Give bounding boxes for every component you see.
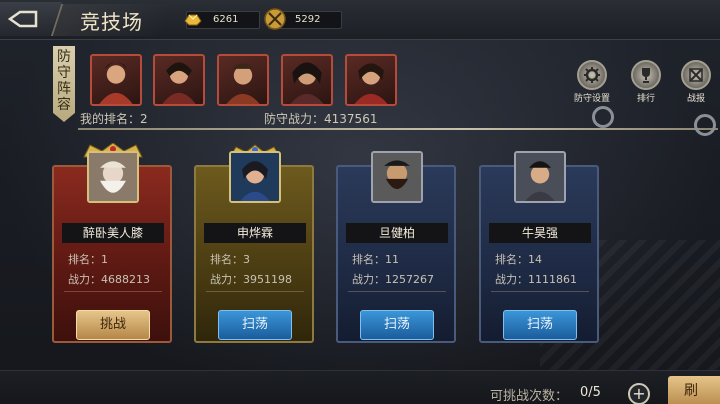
opponent-card[interactable]: 旦健柏 排名：11 战力：1257267 扫荡 (336, 151, 456, 343)
opponent-name: 旦健柏 (346, 223, 448, 243)
opponent-card[interactable]: 申烨霖 排名：3 战力：3951198 扫荡 (194, 144, 314, 343)
sweep-button[interactable]: 扫荡 (360, 310, 434, 340)
trophy-icon (642, 68, 650, 83)
lineup-hero-avatar[interactable] (153, 54, 205, 106)
rank-label: 排名： (210, 253, 243, 266)
defense-power: 防守战力：4137561 (264, 110, 377, 127)
rank-value: 1 (101, 253, 108, 266)
opponent-card[interactable]: 醉卧美人膝 排名：1 战力：4688213 挑战 (52, 143, 172, 343)
crossed-swords-icon (689, 68, 703, 82)
card-separator (348, 291, 446, 292)
rank-value: 14 (528, 253, 542, 266)
tag-char: 容 (57, 97, 71, 113)
token-counter: 5292 (264, 8, 342, 30)
opponent-portrait (229, 151, 281, 203)
page-title: 竞技场 (80, 10, 143, 34)
attempts-value: 0/5 (580, 385, 601, 400)
refresh-button[interactable]: 刷 (668, 376, 720, 404)
power-value: 4688213 (101, 273, 150, 286)
power-label: 战力： (352, 273, 385, 286)
lineup-hero-avatar[interactable] (217, 54, 269, 106)
rank-value: 11 (385, 253, 399, 266)
token-value: 5292 (295, 14, 321, 25)
my-rank-label: 我的排名： (80, 112, 141, 126)
rank-label: 排名： (352, 253, 385, 266)
ring-decoration (694, 114, 716, 136)
gold-ingot-icon (184, 14, 202, 26)
battle-report-button[interactable]: 战报 (676, 60, 716, 104)
opponent-portrait (87, 151, 139, 203)
opponent-rank: 排名：1 (68, 251, 108, 267)
defense-settings-label: 防守设置 (573, 94, 610, 104)
card-separator (64, 291, 162, 292)
opponent-name: 醉卧美人膝 (62, 223, 164, 243)
lineup-hero-avatar[interactable] (281, 54, 333, 106)
rank-label: 排名： (495, 253, 528, 266)
ranking-button[interactable]: 排行 (626, 60, 666, 104)
opponent-rank: 排名：3 (210, 251, 250, 267)
lineup-hero-avatar[interactable] (90, 54, 142, 106)
power-value: 1111861 (528, 273, 577, 286)
battle-report-label: 战报 (686, 94, 705, 104)
opponent-power: 战力：3951198 (210, 271, 292, 287)
lineup-hero-avatar[interactable] (345, 54, 397, 106)
my-rank: 我的排名：2 (80, 110, 148, 127)
bottom-bar (0, 370, 720, 404)
opponent-power: 战力：1257267 (352, 271, 434, 287)
power-value: 1257267 (385, 273, 434, 286)
power-label: 战力： (495, 273, 528, 286)
tag-char: 守 (57, 65, 71, 81)
opponent-rank: 排名：14 (495, 251, 542, 267)
defense-lineup-tag: 防 守 阵 容 (53, 46, 75, 122)
opponent-power: 战力：1111861 (495, 271, 577, 287)
rank-label: 排名： (68, 253, 101, 266)
plus-icon: + (632, 384, 646, 403)
opponent-rank: 排名：11 (352, 251, 399, 267)
ring-decoration (592, 106, 614, 128)
back-arrow-icon (8, 10, 38, 28)
power-label: 战力： (68, 273, 101, 286)
sweep-button[interactable]: 扫荡 (503, 310, 577, 340)
defense-power-value: 4137561 (324, 112, 378, 126)
opponent-name: 申烨霖 (204, 223, 306, 243)
top-bar: 竞技场 6261 5292 (0, 0, 720, 40)
power-label: 战力： (210, 273, 243, 286)
sweep-button[interactable]: 扫荡 (218, 310, 292, 340)
lineup-divider (78, 128, 718, 130)
defense-settings-button[interactable]: 防守设置 (572, 60, 612, 104)
ranking-label: 排行 (636, 94, 655, 104)
gear-icon (584, 67, 600, 83)
tag-char: 防 (57, 49, 71, 65)
defense-power-label: 防守战力： (264, 112, 325, 126)
my-rank-value: 2 (140, 112, 148, 126)
opponent-name: 牛昊强 (489, 223, 591, 243)
opponent-portrait (371, 151, 423, 203)
card-separator (206, 291, 304, 292)
gold-counter: 6261 (184, 11, 260, 29)
tag-char: 阵 (57, 81, 71, 97)
opponent-power: 战力：4688213 (68, 271, 150, 287)
gold-value: 6261 (213, 14, 239, 25)
power-value: 3951198 (243, 273, 292, 286)
attempts-label: 可挑战次数： (490, 389, 569, 404)
add-attempts-button[interactable]: + (628, 383, 650, 404)
opponent-card[interactable]: 牛昊强 排名：14 战力：1111861 扫荡 (479, 151, 599, 343)
challenge-button[interactable]: 挑战 (76, 310, 150, 340)
opponent-portrait (514, 151, 566, 203)
card-separator (491, 291, 589, 292)
rank-value: 3 (243, 253, 250, 266)
crossed-swords-medal-icon (264, 8, 286, 30)
